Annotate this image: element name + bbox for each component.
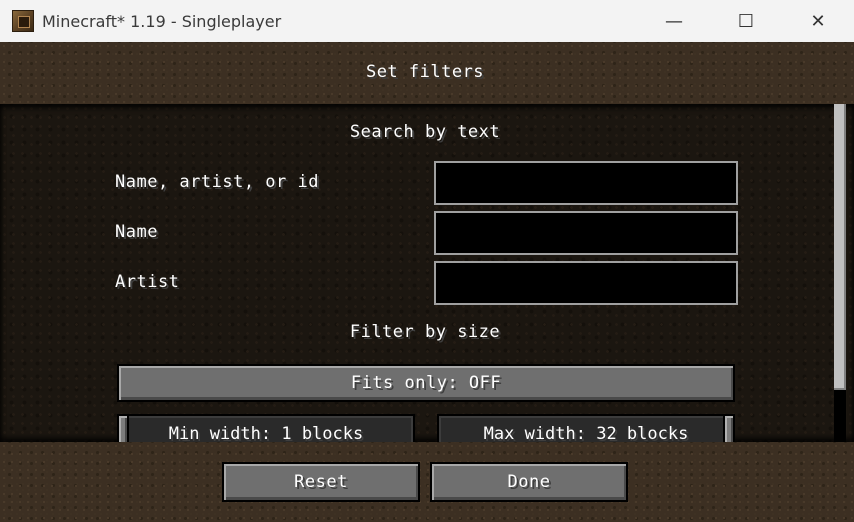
- window-titlebar: Minecraft* 1.19 - Singleplayer — ☐ ✕: [0, 0, 854, 42]
- screen-header: Set filters: [0, 42, 854, 104]
- window-controls: — ☐ ✕: [638, 0, 854, 42]
- window-title: Minecraft* 1.19 - Singleplayer: [42, 11, 282, 31]
- min-width-slider-handle[interactable]: [117, 414, 129, 442]
- filters-panel: Search by text Name, artist, or id Name …: [0, 104, 854, 442]
- done-button[interactable]: Done: [430, 462, 628, 502]
- min-width-slider[interactable]: Min width: 1 blocks: [117, 414, 415, 442]
- search-by-text-heading: Search by text: [349, 122, 501, 142]
- min-width-label: Min width: 1 blocks: [168, 424, 364, 442]
- screen-footer: Reset Done: [0, 442, 854, 522]
- screen-title: Set filters: [365, 62, 485, 82]
- name-artist-id-input[interactable]: [434, 161, 738, 205]
- minecraft-app-icon: [12, 10, 34, 32]
- scrollbar-thumb[interactable]: [834, 104, 846, 390]
- reset-button[interactable]: Reset: [222, 462, 420, 502]
- max-width-slider[interactable]: Max width: 32 blocks: [437, 414, 735, 442]
- close-icon[interactable]: ✕: [782, 0, 854, 42]
- maximize-icon[interactable]: ☐: [710, 0, 782, 42]
- artist-label: Artist: [115, 272, 180, 292]
- minimize-icon[interactable]: —: [638, 0, 710, 42]
- max-width-label: Max width: 32 blocks: [483, 424, 689, 442]
- name-label: Name: [115, 222, 158, 242]
- artist-input[interactable]: [434, 261, 738, 305]
- fits-only-toggle-button[interactable]: Fits only: OFF: [117, 364, 735, 402]
- max-width-slider-handle[interactable]: [723, 414, 735, 442]
- name-input[interactable]: [434, 211, 738, 255]
- filter-by-size-heading: Filter by size: [349, 322, 501, 342]
- name-artist-id-label: Name, artist, or id: [115, 172, 319, 192]
